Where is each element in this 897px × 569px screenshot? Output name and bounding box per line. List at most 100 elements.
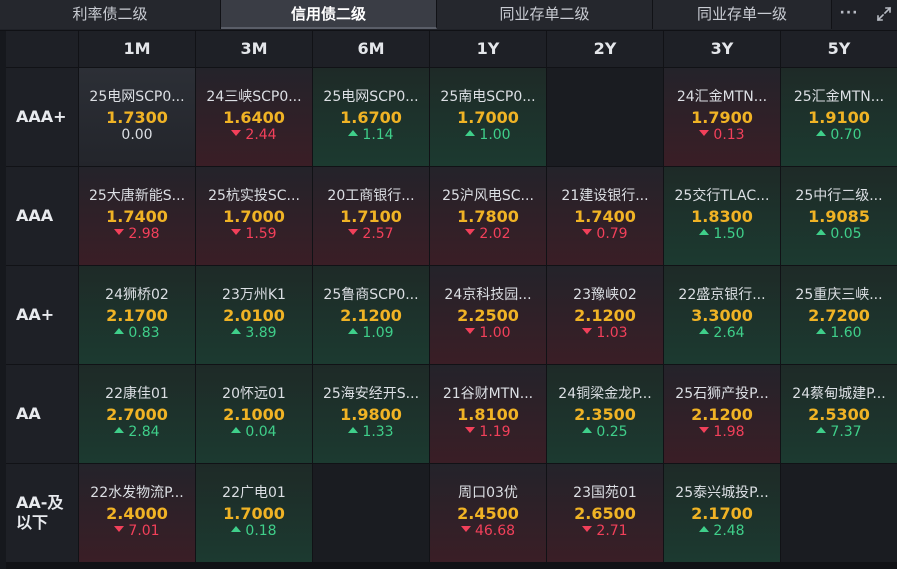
bond-cell[interactable]: 25杭实投SC... 1.7000 1.59 (196, 167, 312, 265)
bond-cell[interactable]: 25鲁商SCP0... 2.1200 1.09 (313, 266, 429, 364)
bond-cell[interactable]: 21谷财MTN... 1.8100 1.19 (430, 365, 546, 463)
bond-name: 24狮桥02 (105, 287, 169, 303)
bond-cell[interactable]: 23万州K1 2.0100 3.89 (196, 266, 312, 364)
bond-cell[interactable]: 25石狮产投P... 2.1200 1.98 (664, 365, 780, 463)
bond-name: 24汇金MTN... (676, 89, 768, 105)
bond-cell[interactable]: 25中行二级... 1.9085 0.05 (781, 167, 897, 265)
bond-name: 23国苑01 (573, 485, 637, 501)
tab-credit-bond-secondary[interactable]: 信用债二级 (221, 0, 437, 29)
bond-yield: 1.6700 (340, 108, 402, 127)
more-dots-icon[interactable]: ··· (832, 0, 866, 29)
bond-cell[interactable]: 25电网SCP0... 1.6700 1.14 (313, 68, 429, 166)
triangle-down-icon (699, 427, 710, 433)
bond-yield: 2.3500 (574, 405, 636, 424)
bond-cell[interactable]: 20怀远01 2.1000 0.04 (196, 365, 312, 463)
bond-name: 24京科技园... (444, 287, 532, 303)
bond-change: 1.98 (664, 424, 780, 441)
bond-name: 22水发物流P... (90, 485, 184, 501)
bond-cell[interactable]: 25泰兴城投P... 2.1700 2.48 (664, 464, 780, 562)
bond-name: 20怀远01 (222, 386, 286, 402)
bond-change: 1.09 (313, 325, 429, 342)
bond-cell[interactable]: 25汇金MTN... 1.9100 0.70 (781, 68, 897, 166)
bond-change: 7.01 (79, 523, 195, 540)
row-label-rating: AAA+ (6, 68, 78, 166)
bond-change-value: 0.00 (121, 127, 153, 143)
bond-cell[interactable]: 24京科技园... 2.2500 1.00 (430, 266, 546, 364)
triangle-up-icon (231, 427, 242, 433)
bond-cell[interactable]: 周口03优 2.4500 46.68 (430, 464, 546, 562)
row-label-text: AA+ (16, 305, 55, 324)
bond-change-value: 1.00 (479, 325, 511, 341)
bond-change: 2.44 (196, 127, 312, 144)
bond-cell[interactable]: 25大唐新能S... 1.7400 2.98 (79, 167, 195, 265)
bond-change-value: 1.19 (479, 424, 511, 440)
column-header-2y[interactable]: 2Y (547, 31, 663, 67)
bond-cell[interactable]: 24狮桥02 2.1700 0.83 (79, 266, 195, 364)
bond-name: 22广电01 (222, 485, 286, 501)
triangle-down-icon (699, 130, 710, 136)
bond-cell[interactable]: 20工商银行... 1.7100 2.57 (313, 167, 429, 265)
bond-change: 0.13 (664, 127, 780, 144)
bond-cell[interactable]: 22广电01 1.7000 0.18 (196, 464, 312, 562)
bond-cell[interactable]: 22盛京银行... 3.3000 2.64 (664, 266, 780, 364)
bond-change-value: 3.89 (245, 325, 277, 341)
bond-cell[interactable]: 24铜梁金龙P... 2.3500 0.25 (547, 365, 663, 463)
triangle-up-icon (348, 427, 359, 433)
tab-rate-bond-secondary[interactable]: 利率债二级 (0, 0, 221, 29)
column-header-1m[interactable]: 1M (79, 31, 195, 67)
bond-cell[interactable]: 22水发物流P... 2.4000 7.01 (79, 464, 195, 562)
bond-change: 0.25 (547, 424, 663, 441)
bond-cell[interactable]: 25海安经开S... 1.9800 1.33 (313, 365, 429, 463)
column-header-3y[interactable]: 3Y (664, 31, 780, 67)
triangle-up-icon (816, 427, 827, 433)
bond-cell[interactable]: 25南电SCP0... 1.7000 1.00 (430, 68, 546, 166)
column-header-6m[interactable]: 6M (313, 31, 429, 67)
bond-cell[interactable]: 25交行TLAC... 1.8300 1.50 (664, 167, 780, 265)
tab-ncd-secondary[interactable]: 同业存单二级 (437, 0, 653, 29)
bond-change-value: 2.98 (128, 226, 160, 242)
bond-yield: 1.7000 (223, 207, 285, 226)
bond-cell[interactable]: 24三峡SCP0... 1.6400 2.44 (196, 68, 312, 166)
expand-icon[interactable] (875, 5, 893, 23)
bond-yield: 1.7000 (223, 504, 285, 523)
bond-yield: 1.7300 (106, 108, 168, 127)
triangle-up-icon (816, 130, 827, 136)
triangle-up-icon (816, 229, 827, 235)
bond-change: 0.79 (547, 226, 663, 243)
bond-yield: 2.1200 (691, 405, 753, 424)
bond-cell[interactable]: 25沪风电SC... 1.7800 2.02 (430, 167, 546, 265)
bond-cell[interactable]: 25重庆三峡... 2.7200 1.60 (781, 266, 897, 364)
bond-name: 23万州K1 (222, 287, 286, 303)
bond-change: 0.18 (196, 523, 312, 540)
bond-name: 21谷财MTN... (442, 386, 534, 402)
bond-yield: 2.1000 (223, 405, 285, 424)
triangle-up-icon (348, 130, 359, 136)
bond-cell[interactable]: 21建设银行... 1.7400 0.79 (547, 167, 663, 265)
bond-yield: 1.7400 (574, 207, 636, 226)
bond-change-value: 1.33 (362, 424, 394, 440)
bond-cell[interactable]: 25电网SCP0... 1.7300 0.00 (79, 68, 195, 166)
bond-cell[interactable]: 24蔡甸城建P... 2.5300 7.37 (781, 365, 897, 463)
bond-yield: 1.7400 (106, 207, 168, 226)
bond-cell[interactable]: 24汇金MTN... 1.7900 0.13 (664, 68, 780, 166)
column-header-5y[interactable]: 5Y (781, 31, 897, 67)
bond-cell[interactable]: 23豫峡02 2.1200 1.03 (547, 266, 663, 364)
rating-tenor-grid: 1M 3M 6M 1Y 2Y 3Y 5Y AAA+ 25电网SCP0... 1.7300 0.00 2… (6, 31, 897, 569)
bond-change-value: 2.64 (713, 325, 745, 341)
column-header-1y[interactable]: 1Y (430, 31, 546, 67)
bond-yield: 1.9100 (808, 108, 870, 127)
bond-name: 25杭实投SC... (208, 188, 300, 204)
triangle-down-icon (582, 229, 593, 235)
bond-name: 23豫峡02 (573, 287, 637, 303)
bond-change: 7.37 (781, 424, 897, 441)
bond-change: 1.00 (430, 325, 546, 342)
tab-ncd-primary[interactable]: 同业存单一级 (653, 0, 832, 29)
triangle-up-icon (699, 328, 710, 334)
column-header-3m[interactable]: 3M (196, 31, 312, 67)
bond-cell[interactable]: 23国苑01 2.6500 2.71 (547, 464, 663, 562)
empty-cell (781, 464, 897, 562)
bond-name: 24蔡甸城建P... (792, 386, 886, 402)
bond-yield: 2.1200 (574, 306, 636, 325)
bond-cell[interactable]: 22康佳01 2.7000 2.84 (79, 365, 195, 463)
row-label-rating: AA-及 以下 (6, 464, 78, 562)
